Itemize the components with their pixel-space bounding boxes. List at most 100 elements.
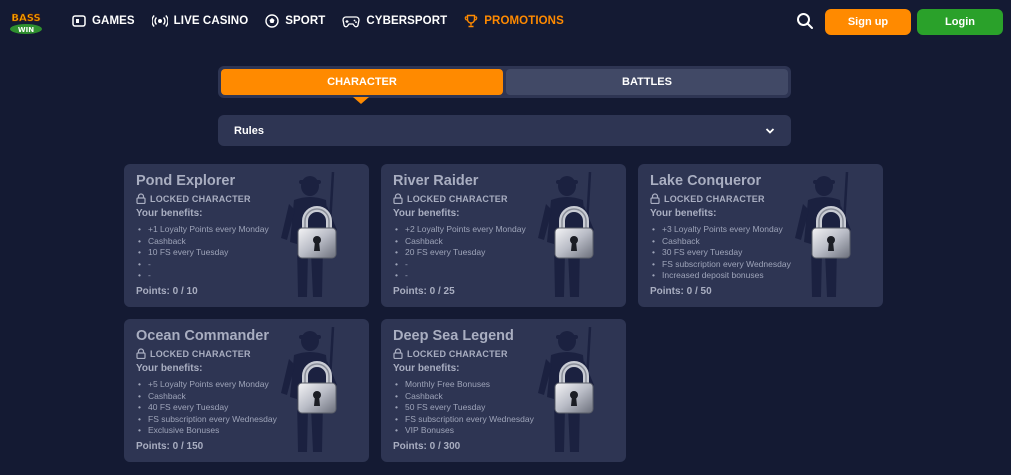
benefit-item: +2 Loyalty Points every Monday	[393, 224, 526, 236]
benefit-item: 10 FS every Tuesday	[136, 247, 269, 259]
benefit-item: 40 FS every Tuesday	[136, 402, 277, 414]
points-progress: Points: 0 / 25	[393, 286, 455, 297]
benefit-item: +3 Loyalty Points every Monday	[650, 224, 791, 236]
locked-status: LOCKED CHARACTER	[393, 348, 508, 359]
locked-status-label: LOCKED CHARACTER	[150, 348, 251, 359]
benefit-item: 50 FS every Tuesday	[393, 402, 534, 414]
benefits-title: Your benefits:	[136, 208, 203, 219]
locked-status-label: LOCKED CHARACTER	[664, 193, 765, 204]
card-title: Lake Conqueror	[650, 173, 762, 189]
gamepad-icon	[342, 16, 361, 28]
benefit-item: -	[136, 270, 269, 282]
character-card-5[interactable]: Deep Sea Legend LOCKED CHARACTER Your be…	[381, 319, 626, 462]
active-tab-pointer	[353, 97, 369, 104]
nav-live-casino[interactable]: LIVE CASINO	[151, 14, 249, 28]
main-nav: GAMES LIVE CASINO SPORT CYBERSPORT PROMO…	[72, 0, 581, 42]
benefits-list: Monthly Free BonusesCashback50 FS every …	[393, 379, 534, 437]
benefits-list: +1 Loyalty Points every MondayCashback10…	[136, 224, 269, 282]
padlock-icon	[297, 206, 337, 259]
chevron-down-icon	[765, 127, 775, 134]
nav-cybersport-label: CYBERSPORT	[366, 15, 448, 27]
character-battles-tabs: CHARACTER BATTLES	[218, 66, 791, 98]
search-icon	[797, 13, 813, 29]
benefits-title: Your benefits:	[393, 363, 460, 374]
benefit-item: +1 Loyalty Points every Monday	[136, 224, 269, 236]
lock-small-icon	[650, 193, 660, 204]
card-title: Pond Explorer	[136, 173, 236, 189]
benefit-item: Cashback	[136, 236, 269, 248]
rules-label: Rules	[234, 124, 264, 137]
bass-win-logo[interactable]: BASS WIN	[6, 9, 46, 35]
sport-ball-icon	[265, 14, 279, 28]
padlock-icon	[297, 361, 337, 414]
nav-live-casino-label: LIVE CASINO	[173, 15, 249, 27]
trophy-icon	[464, 14, 478, 28]
points-progress: Points: 0 / 300	[393, 441, 461, 452]
nav-cybersport[interactable]: CYBERSPORT	[342, 14, 447, 28]
top-header: BASS WIN GAMES LIVE CASINO SPORT CYBERSP…	[0, 0, 1011, 42]
card-title: Deep Sea Legend	[393, 328, 514, 344]
nav-promotions-label: PROMOTIONS	[484, 15, 564, 27]
search-button[interactable]	[796, 12, 814, 30]
benefit-item: FS subscription every Wednesday	[393, 414, 534, 426]
benefit-item: -	[393, 259, 526, 271]
locked-status-label: LOCKED CHARACTER	[407, 193, 508, 204]
locked-status: LOCKED CHARACTER	[136, 193, 251, 204]
benefit-item: Cashback	[393, 391, 534, 403]
nav-games-label: GAMES	[92, 15, 135, 27]
lock-small-icon	[136, 348, 146, 359]
benefit-item: -	[136, 259, 269, 271]
games-icon	[72, 15, 86, 27]
benefit-item: Increased deposit bonuses	[650, 270, 791, 282]
benefit-item: FS subscription every Wednesday	[136, 414, 277, 426]
benefits-list: +5 Loyalty Points every MondayCashback40…	[136, 379, 277, 437]
nav-sport[interactable]: SPORT	[265, 14, 325, 28]
locked-status-label: LOCKED CHARACTER	[150, 193, 251, 204]
benefit-item: 30 FS every Tuesday	[650, 247, 791, 259]
login-button[interactable]: Login	[917, 9, 1003, 35]
lock-small-icon	[136, 193, 146, 204]
character-card-1[interactable]: Pond Explorer LOCKED CHARACTER Your bene…	[124, 164, 369, 307]
benefit-item: Cashback	[650, 236, 791, 248]
benefit-item: Monthly Free Bonuses	[393, 379, 534, 391]
benefits-list: +2 Loyalty Points every MondayCashback20…	[393, 224, 526, 282]
nav-promotions[interactable]: PROMOTIONS	[464, 14, 564, 28]
lock-small-icon	[393, 348, 403, 359]
signup-button[interactable]: Sign up	[825, 9, 911, 35]
benefit-item: -	[393, 270, 526, 282]
rules-accordion[interactable]: Rules	[218, 115, 791, 146]
locked-status-label: LOCKED CHARACTER	[407, 348, 508, 359]
svg-text:WIN: WIN	[18, 26, 34, 34]
padlock-icon	[554, 361, 594, 414]
lock-small-icon	[393, 193, 403, 204]
points-progress: Points: 0 / 10	[136, 286, 198, 297]
nav-sport-label: SPORT	[285, 15, 326, 27]
locked-status: LOCKED CHARACTER	[136, 348, 251, 359]
benefits-title: Your benefits:	[650, 208, 717, 219]
benefits-title: Your benefits:	[393, 208, 460, 219]
benefit-item: Cashback	[136, 391, 277, 403]
nav-games[interactable]: GAMES	[72, 14, 135, 28]
card-title: River Raider	[393, 173, 479, 189]
live-casino-icon	[151, 15, 168, 27]
benefit-item: FS subscription every Wednesday	[650, 259, 791, 271]
points-progress: Points: 0 / 150	[136, 441, 204, 452]
character-card-3[interactable]: Lake Conqueror LOCKED CHARACTER Your ben…	[638, 164, 883, 307]
benefit-item: +5 Loyalty Points every Monday	[136, 379, 277, 391]
benefit-item: Exclusive Bonuses	[136, 425, 277, 437]
tab-battles[interactable]: BATTLES	[506, 69, 788, 95]
padlock-icon	[554, 206, 594, 259]
character-card-4[interactable]: Ocean Commander LOCKED CHARACTER Your be…	[124, 319, 369, 462]
benefit-item: 20 FS every Tuesday	[393, 247, 526, 259]
locked-status: LOCKED CHARACTER	[650, 193, 765, 204]
benefits-list: +3 Loyalty Points every MondayCashback30…	[650, 224, 791, 282]
tab-character[interactable]: CHARACTER	[221, 69, 503, 95]
svg-text:BASS: BASS	[11, 13, 40, 24]
locked-status: LOCKED CHARACTER	[393, 193, 508, 204]
benefit-item: VIP Bonuses	[393, 425, 534, 437]
character-card-2[interactable]: River Raider LOCKED CHARACTER Your benef…	[381, 164, 626, 307]
benefits-title: Your benefits:	[136, 363, 203, 374]
padlock-icon	[811, 206, 851, 259]
card-title: Ocean Commander	[136, 328, 269, 344]
points-progress: Points: 0 / 50	[650, 286, 712, 297]
